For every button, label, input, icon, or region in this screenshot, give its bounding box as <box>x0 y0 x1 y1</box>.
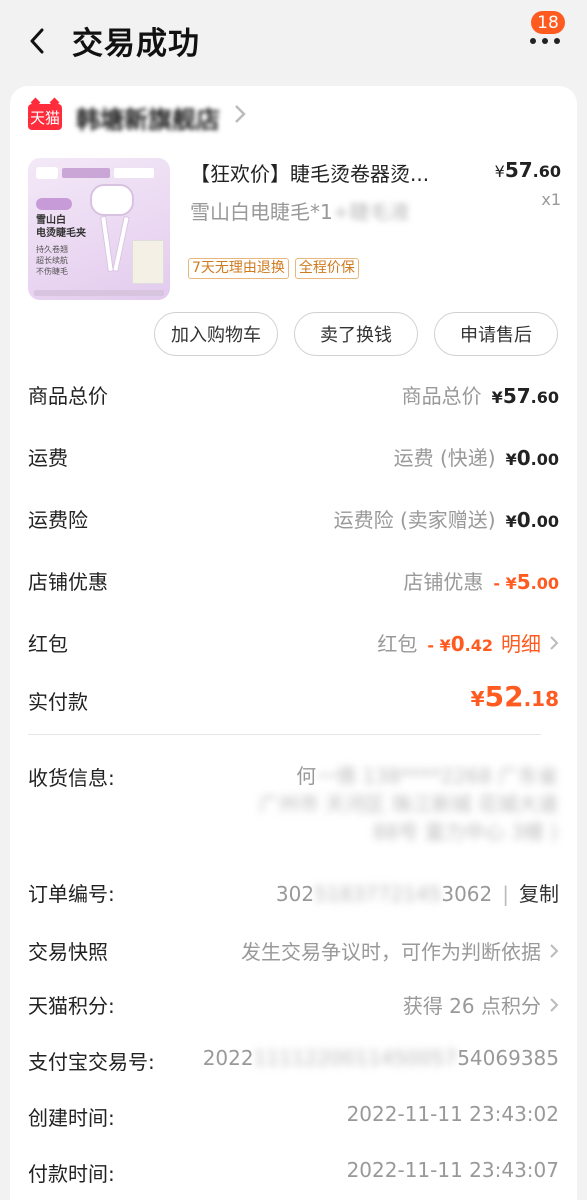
row-label: 商品总价 <box>28 384 108 408</box>
row-label: 红包 <box>28 632 68 656</box>
total-price-amount: ¥57.60 <box>491 384 559 408</box>
more-dots-icon <box>530 38 560 44</box>
row-order-number: 订单编号: 302 5183772145 3062 | 复制 <box>28 878 559 914</box>
row-label: 交易快照 <box>28 940 108 964</box>
row-paid-amount: 实付款 ¥52.18 <box>28 680 559 728</box>
row-sub-label: 店铺优惠 <box>403 570 484 594</box>
chevron-right-icon <box>549 994 559 1018</box>
service-tag: 7天无理由退换 <box>188 258 289 279</box>
address-label: 收货信息: <box>28 766 115 790</box>
row-shop-discount: 店铺优惠 店铺优惠 - ¥5.00 <box>28 560 559 600</box>
add-to-cart-button[interactable]: 加入购物车 <box>154 312 278 356</box>
product-image-text: 超长续航 <box>36 256 68 265</box>
insurance-amount: ¥0.00 <box>505 508 559 532</box>
row-label: 支付宝交易号: <box>28 1050 155 1074</box>
chevron-right-icon <box>549 940 559 964</box>
row-label: 天猫积分: <box>28 994 115 1018</box>
copy-order-number-button[interactable]: 复制 <box>519 878 559 907</box>
row-created-time: 创建时间: 2022-11-11 23:43:02 <box>28 1102 559 1138</box>
product-image-text: 持久卷翘 <box>36 245 68 254</box>
row-label: 店铺优惠 <box>28 570 108 594</box>
row-alipay-number: 支付宝交易号: 2022 1111220011450057 54069385 <box>28 1046 559 1082</box>
order-actions: 加入购物车 卖了换钱 申请售后 <box>154 312 558 356</box>
shipping-address: 何一倩 138****2268 广东省 广州市 天河区 珠江新城 花城大道 88… <box>258 764 558 844</box>
product-image-text: 雪山白 <box>36 215 66 226</box>
chevron-left-icon <box>30 28 44 54</box>
product-spec: 雪山白电睫毛*1+睫毛液 <box>190 200 410 224</box>
row-label: 运费险 <box>28 508 88 532</box>
order-detail-card: 天猫 韩塘新旗舰店 雪山白 电烫睫毛夹 持久卷翘 超长续航 不伤睫毛 【狂欢价】… <box>10 86 577 1200</box>
after-sale-button[interactable]: 申请售后 <box>434 312 558 356</box>
chevron-right-icon <box>549 632 559 656</box>
chevron-right-icon <box>234 104 246 130</box>
product-image-text: 电烫睫毛夹 <box>36 228 86 239</box>
sell-button[interactable]: 卖了换钱 <box>294 312 418 356</box>
red-packet-detail-link[interactable]: 明细 <box>501 628 541 657</box>
shop-discount-amount: - ¥5.00 <box>493 570 559 594</box>
points-value: 获得 26 点积分 <box>402 994 541 1018</box>
row-shipping: 运费 运费 (快递) ¥0.00 <box>28 436 559 476</box>
row-sub-label: 商品总价 <box>401 384 482 408</box>
row-points[interactable]: 天猫积分: 获得 26 点积分 <box>28 990 559 1026</box>
row-sub-label: 运费险 (卖家赠送) <box>333 508 496 532</box>
paid-time: 2022-11-11 23:43:07 <box>346 1158 559 1182</box>
product-image[interactable]: 雪山白 电烫睫毛夹 持久卷翘 超长续航 不伤睫毛 <box>28 158 170 300</box>
row-red-packet[interactable]: 红包 红包 - ¥0.42 明细 <box>28 622 559 662</box>
back-button[interactable] <box>22 24 52 58</box>
product-price: ¥57.60 <box>494 158 561 182</box>
service-tags: 7天无理由退换 全程价保 <box>188 258 359 279</box>
row-snapshot[interactable]: 交易快照 发生交易争议时，可作为判断依据 <box>28 936 559 972</box>
page-title: 交易成功 <box>72 26 200 62</box>
shop-header[interactable]: 天猫 韩塘新旗舰店 <box>28 100 246 134</box>
service-tag: 全程价保 <box>294 258 359 279</box>
row-label: 实付款 <box>28 690 88 714</box>
shipping-amount: ¥0.00 <box>505 446 559 470</box>
product-quantity: x1 <box>541 190 561 209</box>
row-label: 付款时间: <box>28 1162 115 1186</box>
tmall-logo: 天猫 <box>28 104 62 130</box>
row-label: 创建时间: <box>28 1106 115 1130</box>
alipay-trade-number: 2022 1111220011450057 54069385 <box>202 1046 559 1070</box>
row-shipping-insurance: 运费险 运费险 (卖家赠送) ¥0.00 <box>28 498 559 538</box>
row-sub-label: 红包 <box>377 632 418 656</box>
snapshot-hint: 发生交易争议时，可作为判断依据 <box>241 940 541 964</box>
red-packet-amount: - ¥0.42 <box>427 632 493 656</box>
row-paid-time: 付款时间: 2022-11-11 23:43:07 <box>28 1158 559 1194</box>
row-label: 运费 <box>28 446 68 470</box>
row-label: 订单编号: <box>28 882 115 906</box>
divider <box>28 734 541 735</box>
order-number: 302 5183772145 3062 | 复制 <box>276 878 559 907</box>
message-count-badge: 18 <box>529 9 567 36</box>
row-sub-label: 运费 (快递) <box>393 446 496 470</box>
paid-amount: ¥52.18 <box>470 680 559 713</box>
created-time: 2022-11-11 23:43:02 <box>346 1102 559 1126</box>
shop-name[interactable]: 韩塘新旗舰店 <box>76 100 220 135</box>
product-image-text: 不伤睫毛 <box>36 267 68 276</box>
row-total-price: 商品总价 商品总价 ¥57.60 <box>28 374 559 414</box>
top-bar: 交易成功 18 <box>0 0 587 82</box>
product-title[interactable]: 【狂欢价】睫毛烫卷器烫... <box>190 158 490 187</box>
